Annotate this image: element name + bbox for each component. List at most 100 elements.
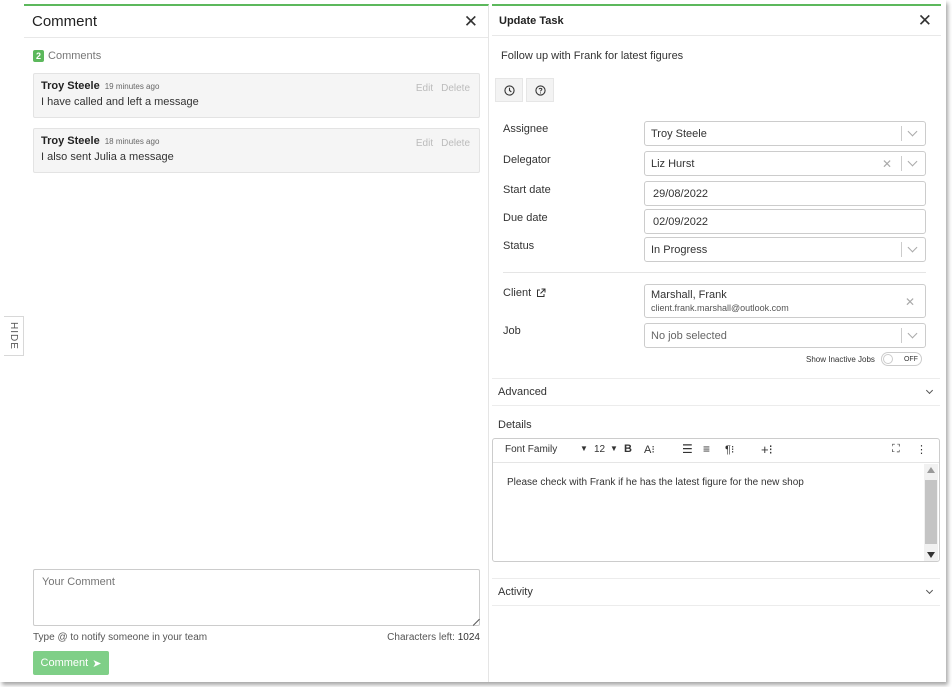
- paragraph-icon[interactable]: ¶⁝: [725, 443, 734, 456]
- characters-left: Characters left: 1024: [387, 632, 480, 643]
- toggle-state: OFF: [903, 355, 918, 363]
- align-center-icon[interactable]: ≡: [703, 442, 710, 456]
- close-comment-icon[interactable]: ✕: [464, 13, 478, 30]
- due-date-value: 02/09/2022: [653, 215, 709, 228]
- scroll-down-icon[interactable]: [927, 552, 935, 558]
- chevron-down-icon: [925, 386, 934, 395]
- hide-tab[interactable]: HIDE: [4, 316, 24, 356]
- delegator-label: Delegator: [503, 154, 551, 166]
- edit-comment-link[interactable]: Edit: [416, 83, 433, 94]
- comment-count: 2 Comments: [24, 38, 488, 62]
- clock-icon[interactable]: [495, 78, 523, 102]
- advanced-label: Advanced: [498, 386, 547, 398]
- comment-item: Troy Steele 19 minutes ago Edit Delete I…: [33, 73, 480, 118]
- hide-tab-label: HIDE: [8, 322, 19, 350]
- help-icon[interactable]: [526, 78, 554, 102]
- external-link-icon[interactable]: [536, 288, 546, 298]
- comment-panel-header: Comment ✕: [24, 6, 488, 38]
- comment-author: Troy Steele: [41, 80, 100, 92]
- font-size-dropdown-icon[interactable]: ▼: [610, 444, 618, 453]
- update-task-panel: Update Task ✕ Follow up with Frank for l…: [492, 4, 941, 682]
- bold-button[interactable]: B: [624, 443, 632, 455]
- details-editor: Font Family ▼ 12 ▼ B A⁝ ☰ ≡ ¶⁝ +⁝ ⛶ ⋮ Pl…: [492, 438, 940, 562]
- task-icon-bar: [495, 78, 554, 102]
- align-left-icon[interactable]: ☰: [682, 442, 693, 456]
- fullscreen-icon[interactable]: ⛶: [892, 443, 900, 456]
- task-title: Follow up with Frank for latest figures: [501, 50, 684, 62]
- due-date-input[interactable]: 02/09/2022: [644, 209, 926, 234]
- characters-left-label: Characters left:: [387, 632, 455, 643]
- chevron-down-icon: [907, 328, 918, 339]
- status-label: Status: [503, 240, 535, 252]
- insert-icon[interactable]: +⁝: [761, 442, 773, 458]
- client-email: client.frank.marshall@outlook.com: [651, 303, 789, 313]
- chevron-down-icon: [907, 126, 918, 137]
- font-size-value: 12: [594, 444, 606, 455]
- comment-input[interactable]: [33, 569, 480, 626]
- chevron-down-icon: [907, 242, 918, 253]
- client-label: Client: [503, 287, 532, 299]
- editor-toolbar: Font Family ▼ 12 ▼ B A⁝ ☰ ≡ ¶⁝ +⁝ ⛶ ⋮: [493, 439, 939, 463]
- assignee-select[interactable]: Troy Steele: [644, 121, 926, 146]
- form-divider: [503, 272, 926, 273]
- job-label: Job: [503, 325, 521, 337]
- comment-time: 19 minutes ago: [104, 82, 160, 91]
- chevron-down-icon: [925, 586, 934, 595]
- submit-comment-label: Comment: [40, 657, 89, 669]
- delete-comment-link[interactable]: Delete: [441, 138, 470, 149]
- text-style-icon[interactable]: A⁝: [644, 443, 655, 456]
- comment-time: 18 minutes ago: [104, 137, 160, 146]
- details-label: Details: [498, 419, 532, 431]
- advanced-section-toggle[interactable]: Advanced: [492, 378, 940, 406]
- editor-scrollbar[interactable]: [924, 464, 938, 561]
- start-date-input[interactable]: 29/08/2022: [644, 181, 926, 206]
- show-inactive-jobs-toggle[interactable]: OFF: [880, 352, 922, 366]
- start-date-label: Start date: [503, 184, 551, 196]
- close-task-icon[interactable]: ✕: [918, 12, 932, 29]
- comment-item: Troy Steele 18 minutes ago Edit Delete I…: [33, 128, 480, 173]
- assignee-value: Troy Steele: [651, 127, 707, 140]
- scroll-thumb[interactable]: [925, 480, 937, 544]
- delegator-value: Liz Hurst: [651, 157, 695, 170]
- client-name: Marshall, Frank: [651, 289, 727, 301]
- comment-text: I have called and left a message: [41, 96, 199, 108]
- show-inactive-jobs-row: Show Inactive Jobs OFF: [806, 352, 922, 366]
- job-select[interactable]: No job selected: [644, 323, 926, 348]
- task-panel-title: Update Task: [499, 14, 564, 27]
- comment-count-label: Comments: [48, 50, 102, 62]
- delete-comment-link[interactable]: Delete: [441, 83, 470, 94]
- clear-client-icon[interactable]: ✕: [905, 295, 915, 309]
- font-family-dropdown-icon[interactable]: ▼: [580, 444, 588, 453]
- application-window: HIDE Comment ✕ 2 Comments Troy Steele 19…: [0, 0, 946, 682]
- submit-comment-button[interactable]: Comment ➤: [33, 651, 109, 675]
- chevron-down-icon: [907, 156, 918, 167]
- font-family-select[interactable]: Font Family: [505, 444, 557, 455]
- comment-count-badge: 2: [33, 50, 45, 62]
- characters-left-count: 1024: [457, 632, 480, 643]
- more-options-icon[interactable]: ⋮: [916, 443, 927, 456]
- edit-comment-link[interactable]: Edit: [416, 138, 433, 149]
- assignee-label: Assignee: [503, 123, 549, 135]
- status-value: In Progress: [651, 243, 708, 256]
- comment-text: I also sent Julia a message: [41, 151, 174, 163]
- font-size-select[interactable]: 12: [594, 444, 605, 455]
- comment-panel-title: Comment: [32, 13, 98, 30]
- due-date-label: Due date: [503, 212, 548, 224]
- send-icon: ➤: [92, 657, 102, 670]
- delegator-select[interactable]: Liz Hurst ✕: [644, 151, 926, 176]
- mention-hint: Type @ to notify someone in your team: [33, 632, 208, 643]
- editor-content[interactable]: Please check with Frank if he has the la…: [493, 464, 923, 561]
- job-placeholder: No job selected: [651, 329, 727, 342]
- clear-delegator-icon[interactable]: ✕: [882, 157, 892, 171]
- start-date-value: 29/08/2022: [653, 187, 709, 200]
- client-select[interactable]: Marshall, Frank client.frank.marshall@ou…: [644, 284, 926, 318]
- font-family-label: Font Family: [505, 444, 558, 455]
- task-panel-header: Update Task ✕: [492, 6, 941, 36]
- activity-section-toggle[interactable]: Activity: [492, 578, 940, 606]
- scroll-up-icon[interactable]: [927, 467, 935, 473]
- show-inactive-jobs-label: Show Inactive Jobs: [806, 354, 875, 364]
- comment-panel: Comment ✕ 2 Comments Troy Steele 19 minu…: [24, 4, 489, 682]
- status-select[interactable]: In Progress: [644, 237, 926, 262]
- comment-author: Troy Steele: [41, 135, 100, 147]
- client-label-row: Client: [503, 287, 546, 299]
